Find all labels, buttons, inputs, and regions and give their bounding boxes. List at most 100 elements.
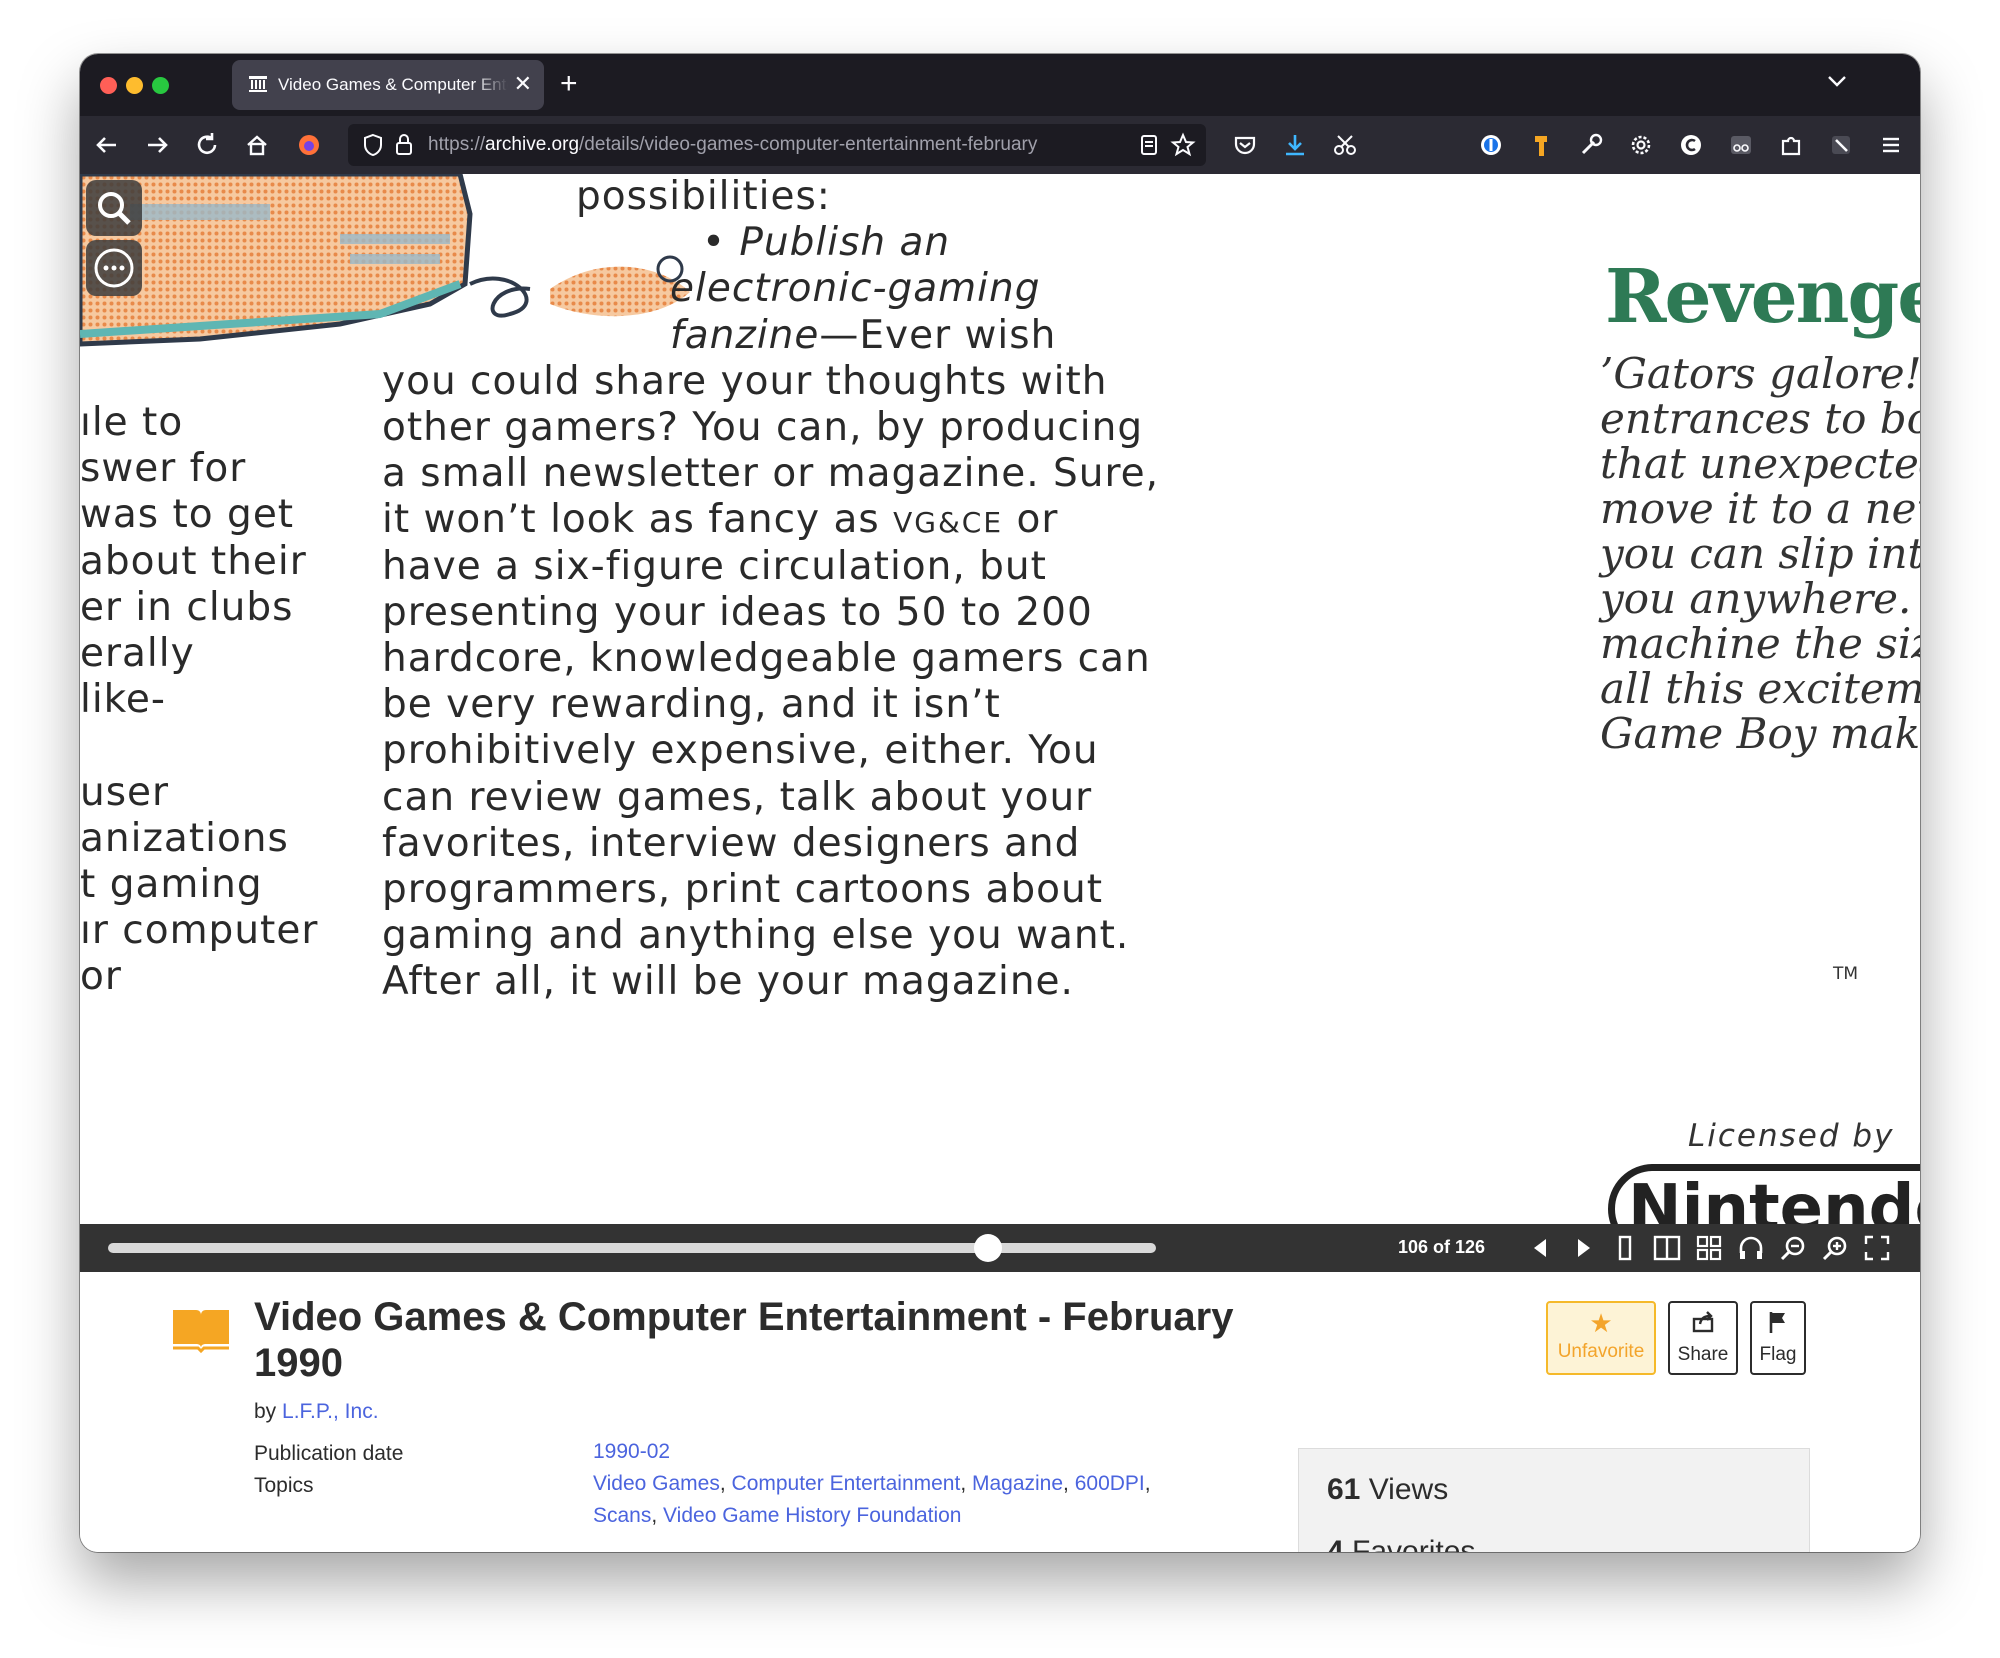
close-window-button[interactable] [100,77,117,94]
topic-separator: , [1144,1472,1151,1495]
reader-view-icon[interactable] [1138,132,1160,164]
licensed-by-text: Licensed by [1688,1118,1895,1154]
flag-button[interactable]: Flag [1750,1301,1806,1375]
magazine-text-line: hardcore, knowledgeable gamers can [382,636,1151,681]
downloads-icon[interactable] [1278,128,1312,162]
topic-link[interactable]: Magazine [972,1472,1063,1495]
magazine-text-line: have a six-figure circulation, but [382,543,1047,589]
magazine-text-line: can review games, talk about your [382,774,1093,820]
close-tab-icon[interactable]: ✕ [514,70,532,98]
password-manager-icon[interactable] [1474,128,1508,162]
flag-icon [1752,1309,1804,1340]
ad-copy-line: you can slip into [1600,529,1920,578]
page-indicator: 106 of 126 [1398,1237,1486,1257]
url-host: archive.org [485,134,580,155]
book-reader-viewport[interactable]: possibilities: • Publish an electronic-gam… [80,174,1920,1224]
zoom-window-button[interactable] [152,77,169,94]
glasses-extension-icon[interactable] [1724,128,1758,162]
tab-list-chevron-icon[interactable] [1826,68,1848,94]
topic-separator: , [1063,1472,1075,1495]
magazine-text-line: programmers, print cartoons about [382,867,1103,912]
item-byline: by L.F.P., Inc. [254,1400,379,1424]
favorites-label: Favorites [1352,1535,1476,1552]
key-extension-icon[interactable] [1524,128,1558,162]
magazine-text-line: other gamers? You can, by producing [382,405,1144,450]
zoom-in-icon[interactable] [1820,1233,1850,1263]
share-icon [1670,1309,1736,1340]
more-options-button[interactable] [86,240,142,296]
fullscreen-icon[interactable] [1862,1233,1892,1263]
url-text[interactable]: https://archive.org/details/video-games-… [428,134,1118,156]
home-icon[interactable] [240,128,274,162]
topic-link[interactable]: Scans [593,1504,651,1527]
by-label: by [254,1400,277,1423]
lock-icon[interactable] [394,132,414,164]
unfavorite-button[interactable]: ★ Unfavorite [1546,1301,1656,1375]
tab-title: Video Games & Computer Entertainment - F… [278,75,508,94]
author-link[interactable]: L.F.P., Inc. [282,1400,379,1423]
topic-link[interactable]: Video Games [593,1472,720,1495]
reader-control-bar: 106 of 126 [80,1224,1920,1272]
next-page-icon[interactable] [1568,1233,1598,1263]
thumbnails-icon[interactable] [1694,1233,1724,1263]
menu-icon[interactable] [1874,128,1908,162]
browser-tab[interactable]: Video Games & Computer Entertainment - F… [232,60,544,110]
nintendo-logo-text: Nintendo [1628,1172,1920,1224]
magazine-text-line: fanzine—Ever wish [670,312,1057,358]
topics-label: Topics [254,1474,314,1497]
ad-copy-line: move it to a new [1600,484,1920,533]
ad-copy-line: ’Gators galore! Ea [1600,349,1920,398]
bookmark-star-icon[interactable] [1170,132,1196,164]
magazine-left-text-line: user [80,769,170,815]
topics-line-1: Video Games, Computer Entertainment, Mag… [593,1468,1151,1500]
forward-arrow-icon[interactable] [140,128,174,162]
zoom-out-icon[interactable] [1778,1233,1808,1263]
search-icon [98,192,131,225]
magazine-text-line: After all, it will be your magazine. [382,959,1074,1005]
topic-link[interactable]: Computer Entertainment [732,1472,961,1495]
magazine-text-line: be very rewarding, and it isn’t [382,682,1001,728]
flag-label: Flag [1759,1344,1797,1365]
share-button[interactable]: Share [1668,1301,1738,1375]
magazine-left-text-line: ır computer [80,908,319,954]
topic-link[interactable]: 600DPI [1075,1472,1145,1495]
firefox-icon[interactable] [292,128,326,162]
ad-copy-line: Game Boy make [1600,709,1920,758]
c-extension-icon[interactable] [1674,128,1708,162]
prev-page-icon[interactable] [1526,1233,1556,1263]
publication-date-link[interactable]: 1990-02 [593,1436,670,1468]
item-stats-panel: 61 Views 4 Favorites [1298,1448,1810,1552]
settings-gear-icon[interactable] [1624,128,1658,162]
pin-extension-icon[interactable] [1824,128,1858,162]
open-book-icon [170,1304,232,1359]
shield-icon[interactable] [362,132,384,164]
one-page-icon[interactable] [1610,1233,1640,1263]
page-slider-handle[interactable] [974,1234,1003,1262]
topic-separator: , [719,1472,732,1495]
magazine-text-line: • Publish an [702,220,951,266]
pocket-icon[interactable] [1228,128,1262,162]
reload-icon[interactable] [190,128,224,162]
screenshot-icon[interactable] [1328,128,1362,162]
publication-date-label: Publication date [254,1442,404,1465]
read-aloud-icon[interactable] [1736,1233,1766,1263]
magazine-left-text-line: t gaming [80,862,263,907]
address-bar[interactable]: https://archive.org/details/video-games-… [348,124,1206,166]
minimize-window-button[interactable] [126,77,143,94]
two-page-icon[interactable] [1652,1233,1682,1263]
institution-icon [248,74,268,94]
wrench-icon[interactable] [1574,128,1608,162]
topic-link[interactable]: Video Game History Foundation [663,1504,961,1527]
new-tab-button[interactable]: + [560,66,578,102]
topic-separator: , [960,1472,972,1495]
magazine-left-text-line: swer for [80,446,247,492]
item-title: Video Games & Computer Entertainment - F… [254,1295,1234,1385]
topic-separator: , [651,1504,664,1527]
url-path: /details/video-games-computer-entertainm… [579,134,1038,155]
share-label: Share [1677,1344,1729,1365]
back-arrow-icon[interactable] [90,128,124,162]
magazine-left-text-line: like- [80,677,166,723]
search-inside-button[interactable] [86,180,142,236]
extensions-puzzle-icon[interactable] [1774,128,1808,162]
magazine-text-line: it won’t look as fancy as VG&CE or [382,497,1059,543]
